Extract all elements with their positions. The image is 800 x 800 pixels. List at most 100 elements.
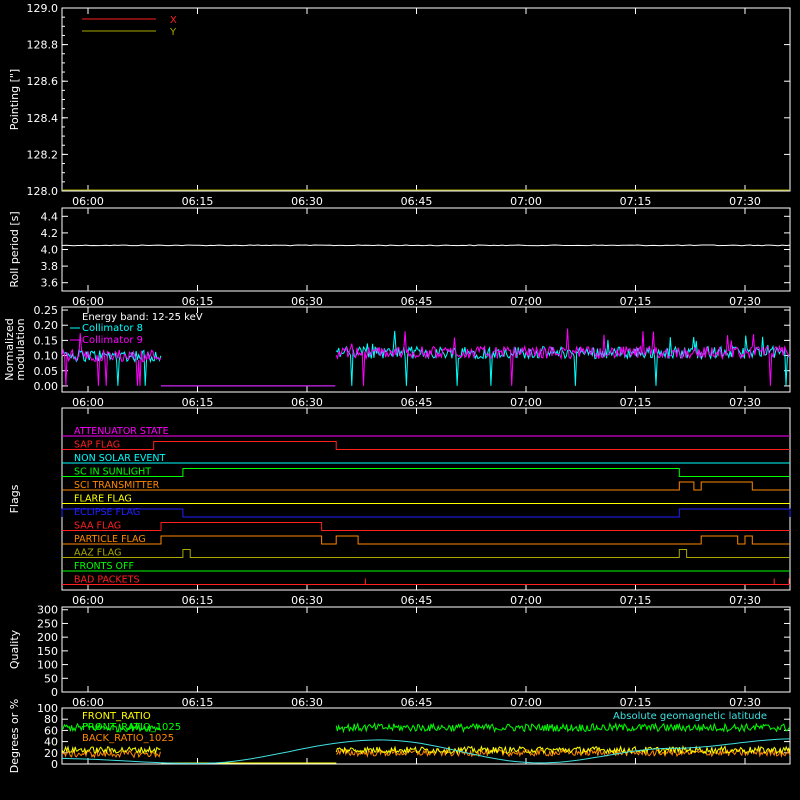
- ratios-ylabel: Degrees or %: [8, 699, 21, 773]
- roll-period-ytick-label: 4.2: [41, 227, 59, 240]
- flags-panel: 06:00 06:15 06:30 06:45 07:00 07:15 07:30 Flags…: [8, 407, 791, 607]
- quality-ytick-label: 50: [44, 672, 58, 685]
- flags-xtick-label: 06:30: [291, 594, 323, 607]
- modulation-xtick-label: 07:30: [729, 396, 761, 409]
- quality-ytick-label: 300: [37, 604, 58, 617]
- roll-period-ytick-label: 4.0: [41, 244, 59, 257]
- flag-line: [62, 535, 790, 545]
- flags-xtick-label: 06:15: [182, 594, 214, 607]
- pointing-xtick-label: 06:15: [182, 195, 214, 208]
- pointing-ylabel: Pointing ["]: [8, 69, 21, 130]
- modulation-ytick-label: 0.20: [34, 319, 59, 332]
- modulation-ytick-label: 0.25: [34, 304, 59, 317]
- ratios-legend-label: FRONT_RATIO_1025: [82, 722, 181, 733]
- quality-xtick-label: 07:00: [510, 696, 542, 709]
- flag-line: [62, 468, 790, 477]
- roll-period-ytick-label: 3.8: [41, 260, 59, 273]
- flag-label: SAP FLAG: [74, 440, 120, 451]
- quality-xtick-label: 06:15: [182, 696, 214, 709]
- flags-xtick-label: 07:15: [620, 594, 652, 607]
- ratios-legend-geomag: Absolute geomagnetic latitude: [613, 711, 767, 722]
- ratios-legend-label: FRONT_RATIO: [82, 711, 151, 722]
- pointing-legend-label-y: Y: [169, 27, 177, 38]
- flags-xtick-label: 06:45: [401, 594, 433, 607]
- quality-xtick-label: 06:45: [401, 696, 433, 709]
- flag-label: PARTICLE FLAG: [74, 534, 146, 545]
- flag-line: [62, 522, 790, 531]
- pointing-xtick-label: 07:30: [729, 195, 761, 208]
- ratios-panel: 100806040200Degrees or % FRONT_RATIOFRONT…: [8, 699, 791, 773]
- roll-period-xtick-label: 07:00: [510, 295, 542, 308]
- pointing-xtick-label: 06:00: [72, 195, 104, 208]
- modulation-legend-label: Collimator 8: [82, 323, 143, 334]
- roll-period-xtick-label: 07:15: [620, 295, 652, 308]
- flag-label: SC IN SUNLIGHT: [74, 467, 151, 478]
- pointing-ytick-label: 128.4: [27, 112, 59, 125]
- quality-xtick-label: 07:30: [729, 696, 761, 709]
- flags-xtick-label: 06:00: [72, 594, 104, 607]
- flag-label: FLARE FLAG: [74, 494, 132, 505]
- pointing-xtick-label: 06:45: [401, 195, 433, 208]
- modulation-ytick-label: 0.00: [34, 380, 59, 393]
- flag-line: [62, 441, 790, 450]
- flag-label: AAZ FLAG: [74, 548, 121, 559]
- data-figure: 129.0 128.8 128.6 128.4 128.2 128.0 06:00 06:15…: [0, 0, 800, 800]
- flag-line: [61, 508, 791, 518]
- modulation-ytick-label: 0.10: [34, 350, 59, 363]
- pointing-xtick-label: 07:00: [510, 195, 542, 208]
- flag-line: [62, 481, 790, 491]
- pointing-xtick-label: 07:15: [620, 195, 652, 208]
- quality-ytick-label: 100: [37, 659, 58, 672]
- quality-ytick-label: 250: [37, 617, 58, 630]
- pointing-ytick-label: 128.0: [27, 185, 59, 198]
- quality-xtick-label: 06:30: [291, 696, 323, 709]
- modulation-xtick-label: 06:30: [291, 396, 323, 409]
- modulation-panel: 0.25 0.20 0.15 0.10 0.05 0.00 06:00 06:15 06:30 0…: [3, 304, 791, 409]
- roll-period-xtick-label: 06:30: [291, 295, 323, 308]
- roll-period-xtick-label: 07:30: [729, 295, 761, 308]
- quality-ytick-label: 150: [37, 645, 58, 658]
- modulation-xtick-label: 06:00: [72, 396, 104, 409]
- roll-period-xtick-label: 06:15: [182, 295, 214, 308]
- roll-period-ytick-label: 4.4: [41, 210, 59, 223]
- modulation-xtick-label: 07:15: [620, 396, 652, 409]
- pointing-ytick-label: 128.6: [27, 75, 59, 88]
- quality-ytick-label: 0: [51, 686, 58, 699]
- flags-xtick-label: 07:00: [510, 594, 542, 607]
- quality-xtick-label: 06:00: [72, 696, 104, 709]
- quality-panel: 300250200150100500 06:00 06:15 06:30 06:45 07…: [8, 604, 791, 709]
- pointing-ytick-label: 128.8: [27, 39, 59, 52]
- roll-period-series: [61, 244, 791, 247]
- modulation-ylabel: modulation: [14, 318, 27, 380]
- flag-label: SCI TRANSMITTER: [74, 480, 160, 491]
- roll-period-panel: 4.4 4.2 4.0 3.8 3.6 06:00 06:15 06:30 06:45 07:00…: [8, 207, 791, 308]
- ratios-series-front-ratio: [61, 745, 791, 764]
- quality-ytick-label: 200: [37, 631, 58, 644]
- flags-ylabel: Flags: [8, 484, 21, 513]
- flag-label: FRONTS OFF: [74, 561, 134, 572]
- pointing-ytick-label: 128.2: [27, 148, 59, 161]
- flag-line: [62, 549, 790, 558]
- pointing-xtick-label: 06:30: [291, 195, 323, 208]
- pointing-legend-label-x: X: [170, 15, 177, 26]
- modulation-xtick-label: 06:15: [182, 396, 214, 409]
- flag-label: ATTENUATOR STATE: [74, 426, 169, 437]
- modulation-legend-label: Collimator 9: [82, 335, 143, 346]
- modulation-ytick-label: 0.15: [34, 334, 59, 347]
- roll-period-xtick-label: 06:00: [72, 295, 104, 308]
- roll-period-ylabel: Roll period [s]: [8, 211, 21, 287]
- modulation-xtick-label: 07:00: [510, 396, 542, 409]
- roll-period-ytick-label: 3.6: [41, 277, 59, 290]
- flag-label: SAA FLAG: [74, 521, 121, 532]
- roll-period-frame: [61, 207, 791, 292]
- flag-label: NON SOLAR EVENT: [74, 453, 165, 464]
- modulation-ytick-label: 0.05: [34, 365, 59, 378]
- flags-xtick-label: 07:30: [729, 594, 761, 607]
- ratios-ytick-label: 0: [51, 758, 58, 771]
- pointing-panel: 129.0 128.8 128.6 128.4 128.2 128.0 06:00 06:15…: [8, 2, 791, 208]
- quality-xtick-label: 07:15: [620, 696, 652, 709]
- ratios-legend-label: BACK_RATIO_1025: [82, 733, 174, 744]
- quality-ylabel: Quality: [8, 629, 21, 669]
- modulation-legend-title: Energy band: 12-25 keV: [82, 312, 203, 323]
- flags-frame: [61, 407, 791, 591]
